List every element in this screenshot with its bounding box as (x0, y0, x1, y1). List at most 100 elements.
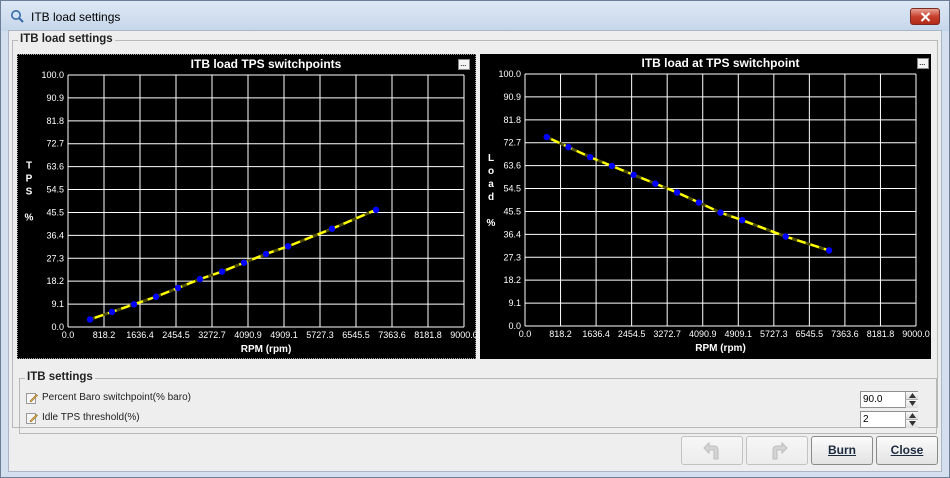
data-point (196, 275, 204, 283)
x-axis-label: RPM (rpm) (695, 343, 746, 354)
chart-menu-button[interactable]: ... (917, 57, 929, 69)
data-point (152, 293, 160, 300)
data-point (695, 199, 702, 206)
chart-menu-button[interactable]: ... (458, 58, 470, 70)
data-point (240, 259, 248, 266)
y-tick-label: 0.0 (51, 322, 64, 332)
x-tick-label: 3272.7 (198, 330, 226, 340)
x-tick-label: 6545.5 (342, 330, 370, 340)
x-tick-label: 4909.1 (270, 330, 298, 340)
x-tick-label: 2454.5 (618, 329, 646, 339)
data-point (284, 243, 292, 250)
x-tick-label: 818.2 (549, 329, 572, 339)
chart-tps-switchpoints[interactable]: ITB load TPS switchpoints 0.0 818.2 1636.4 2… (17, 54, 477, 359)
y-tick-label: 81.8 (503, 115, 521, 125)
data-point (328, 225, 336, 232)
y-tick-label: 27.3 (503, 252, 521, 262)
x-tick-label: 8181.8 (867, 329, 895, 339)
close-label: Close (890, 443, 924, 457)
y-tick-label: 9.1 (508, 298, 521, 308)
title-bar[interactable]: ITB load settings (1, 1, 949, 31)
y-tick-label: 63.6 (46, 162, 64, 172)
x-tick-label: 4090.9 (689, 329, 717, 339)
y-tick-label: 100.0 (498, 69, 521, 79)
x-tick-label: 4909.1 (725, 329, 753, 339)
redo-icon (772, 441, 788, 460)
x-tick-label: 7363.6 (831, 329, 859, 339)
chart-tps-switchpoints-svg: ITB load TPS switchpoints 0.0 818.2 1636.4 2… (25, 57, 477, 355)
setting-label: Idle TPS threshold(%) (42, 412, 140, 423)
data-point (652, 180, 659, 187)
y-tick-label: 9.1 (51, 299, 64, 309)
idle-tps-input[interactable] (863, 413, 903, 426)
y-tick-label: 72.7 (46, 139, 64, 149)
baro-switchpoint-spinner[interactable] (860, 391, 918, 408)
settings-group-title: ITB settings (25, 371, 95, 383)
data-point (86, 316, 94, 323)
y-axis-label-char: T (26, 161, 32, 172)
x-tick-label: 9000.0 (450, 330, 477, 340)
x-tick-label: 7363.6 (378, 330, 406, 340)
window-close-button[interactable] (910, 8, 940, 25)
data-point (262, 250, 270, 258)
x-tick-label: 818.2 (93, 330, 116, 340)
idle-tps-spinner[interactable] (860, 411, 918, 428)
setting-label: Percent Baro switchpoint(% baro) (42, 392, 191, 403)
dialog-window: ITB load settings ITB load settings ITB … (0, 0, 950, 478)
burn-button[interactable]: Burn (811, 436, 873, 465)
y-tick-label: 36.4 (46, 230, 64, 240)
x-tick-label: 8181.8 (414, 330, 442, 340)
y-tick-label: 0.0 (508, 321, 521, 331)
chart-title: ITB load TPS switchpoints (191, 57, 342, 71)
spin-up-button[interactable] (905, 392, 918, 400)
data-point (782, 233, 789, 240)
x-axis-label: RPM (rpm) (241, 344, 292, 355)
y-tick-label: 18.2 (46, 276, 64, 286)
data-point (218, 268, 226, 275)
spin-down-button[interactable] (905, 400, 918, 408)
x-tick-label: 3272.7 (653, 329, 681, 339)
y-tick-label: 54.5 (46, 185, 64, 195)
data-point (372, 206, 380, 214)
window-title: ITB load settings (31, 10, 121, 24)
spin-up-button[interactable] (905, 412, 918, 420)
arrow-down-icon (909, 421, 916, 426)
y-axis-label-char: a (488, 179, 494, 190)
x-tick-label: 5727.3 (760, 329, 788, 339)
data-point (673, 189, 681, 196)
y-tick-label: 72.7 (503, 138, 521, 148)
data-point (717, 209, 724, 216)
edit-pencil-icon (26, 393, 38, 404)
y-tick-label: 90.9 (46, 93, 64, 103)
x-tick-label: 5727.3 (306, 330, 334, 340)
y-tick-label: 100.0 (41, 70, 64, 80)
data-point (825, 247, 833, 254)
redo-button[interactable] (746, 436, 808, 465)
itb-load-settings-group: ITB load settings ITB load TPS switchpoi… (12, 33, 938, 434)
close-button[interactable]: Close (876, 436, 938, 465)
series-line (546, 135, 830, 252)
spin-down-button[interactable] (905, 420, 918, 428)
y-tick-label: 54.5 (503, 184, 521, 194)
magnifier-app-icon (11, 10, 24, 23)
burn-label: Burn (828, 443, 856, 457)
y-tick-label: 18.2 (503, 275, 521, 285)
y-tick-label: 45.5 (46, 207, 64, 217)
dialog-content: ITB load settings ITB load TPS switchpoi… (8, 30, 942, 472)
data-point (130, 301, 138, 308)
x-tick-label: 6545.5 (796, 329, 824, 339)
data-point (174, 284, 182, 292)
baro-switchpoint-input[interactable] (863, 393, 903, 406)
chart-title: ITB load at TPS switchpoint (641, 56, 799, 70)
chart-load-at-tps-svg: ITB load at TPS switchpoint 0.0 818.2 1636.… (487, 56, 930, 354)
x-tick-label: 1636.4 (582, 329, 610, 339)
chart-load-at-tps[interactable]: ITB load at TPS switchpoint 0.0 818.2 1636.… (480, 54, 931, 359)
arrow-up-icon (909, 393, 916, 398)
close-x-icon (920, 12, 931, 22)
undo-button[interactable] (681, 436, 743, 465)
data-point (108, 308, 116, 316)
y-tick-label: 45.5 (503, 206, 521, 216)
data-point (739, 216, 746, 224)
arrow-down-icon (909, 401, 916, 406)
series-line-dash (546, 135, 830, 252)
